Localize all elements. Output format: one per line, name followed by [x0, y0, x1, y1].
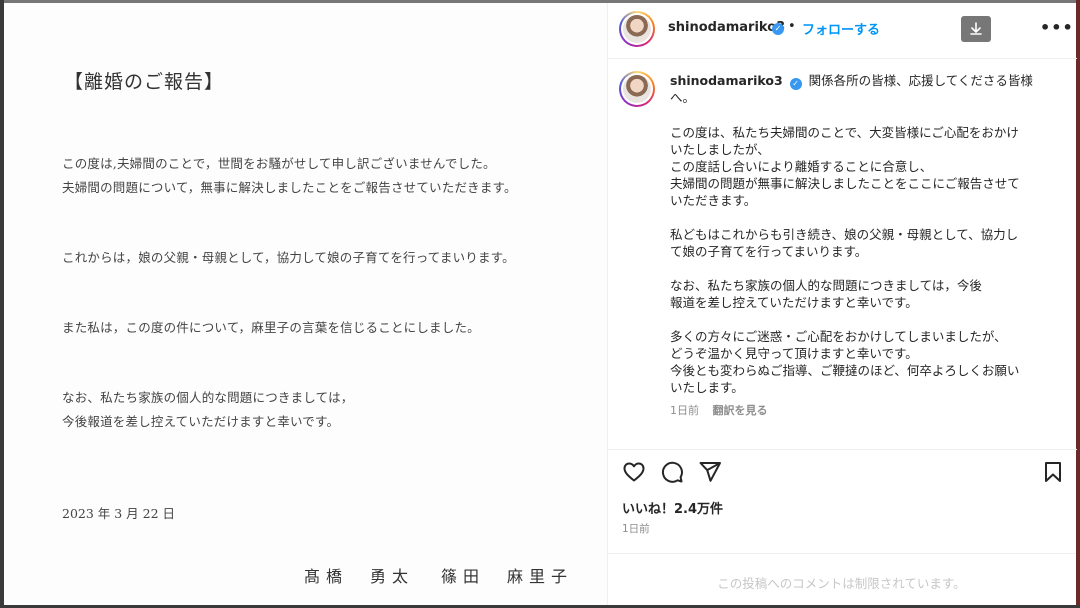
letter-line: なお、私たち家族の個人的な問題につきましては， — [62, 390, 354, 405]
caption-avatar[interactable] — [619, 71, 655, 107]
follow-button[interactable]: フォローする — [802, 19, 880, 38]
caption-line: 報道を差し控えていただけますと幸いです。 — [670, 295, 918, 310]
caption-paragraph-3: なお、私たち家族の個人的な問題につきましては，今後 報道を差し控えていただけます… — [670, 277, 1050, 311]
translate-link[interactable]: 翻訳を見る — [713, 404, 768, 417]
author-username[interactable]: shinodamariko3 — [668, 20, 785, 35]
caption-paragraph-2: 私どもはこれからも引き続き、娘の父親・母親として、協力し て娘の子育てを行ってま… — [670, 226, 1050, 260]
caption-line: この度は、私たち夫婦間のことで、大変皆様にご心配をおかけ — [670, 125, 1019, 140]
divider — [608, 449, 1077, 450]
more-options-button[interactable]: ••• — [1040, 18, 1074, 37]
caption-time: 1日前 — [670, 404, 699, 417]
caption-line: 多くの方々にご迷惑・ご心配をおかけしてしまいましたが、 — [670, 329, 1007, 344]
caption-intro-text: 関係各所の皆様、応援してくださる皆様 — [808, 73, 1033, 88]
caption-line: いただきます。 — [670, 193, 757, 208]
share-icon[interactable] — [698, 460, 722, 484]
letter-title: 【離婚のご報告】 — [64, 71, 225, 93]
post-timestamp: 1日前 — [622, 523, 650, 535]
comment-icon[interactable] — [660, 460, 684, 484]
verified-badge-icon: ✓ — [772, 23, 784, 35]
avatar-ring — [621, 73, 653, 105]
caption-meta: 1日前 翻訳を見る — [670, 402, 768, 418]
separator-dot: • — [788, 19, 796, 34]
caption-line: て娘の子育てを行ってまいります。 — [670, 244, 868, 259]
letter-line: 今後報道を差し控えていただけますと幸いです。 — [62, 414, 340, 429]
caption-intro-text-2: へ。 — [670, 90, 696, 105]
letter-line: 夫婦間の問題について，無事に解決しましたことをご報告させていただきます。 — [62, 180, 517, 195]
author-avatar[interactable] — [619, 11, 655, 47]
avatar-photo — [623, 15, 651, 43]
caption-line: 今後とも変わらぬご指導、ご鞭撻のほど、何卒よろしくお願い — [670, 363, 1020, 378]
letter-line: また私は，この度の件について，麻里子の言葉を信じることにしました。 — [62, 320, 480, 335]
post-image-letter[interactable]: 【離婚のご報告】 この度は,夫婦間のことで，世間をお騒がせして申し訳ございません… — [4, 3, 607, 605]
caption-line: この度話し合いにより離婚することに合意し、 — [670, 159, 933, 174]
caption-intro: shinodamariko3 ✓ 関係各所の皆様、応援してくださる皆様 へ。 — [670, 72, 1050, 106]
caption-paragraph-1: この度は、私たち夫婦間のことで、大変皆様にご心配をおかけ いたしましたが、 この… — [670, 124, 1050, 209]
caption-line: なお、私たち家族の個人的な問題につきましては，今後 — [670, 278, 982, 293]
caption-line: 夫婦間の問題が無事に解決しましたことをここにご報告させて — [670, 176, 1020, 191]
caption-username[interactable]: shinodamariko3 — [670, 73, 783, 88]
caption-line: どうぞ温かく見守って頂けますと幸いです。 — [670, 346, 918, 361]
verified-badge-icon: ✓ — [789, 78, 802, 90]
caption-paragraph-4: 多くの方々にご迷惑・ご心配をおかけしてしまいましたが、 どうぞ温かく見守って頂け… — [670, 328, 1050, 396]
letter-date: 2023 年 3 月 22 日 — [62, 506, 176, 521]
download-button[interactable] — [961, 16, 991, 42]
letter-line: この度は,夫婦間のことで，世間をお騒がせして申し訳ございませんでした。 — [62, 156, 496, 171]
divider — [607, 553, 1076, 554]
letter-signature-1: 髙橋 勇太 — [304, 567, 415, 586]
caption-line: いたします。 — [670, 380, 744, 395]
like-count[interactable]: いいね！2.4万件 — [622, 498, 723, 517]
frame-edge-right — [1076, 0, 1080, 608]
comments-restricted-notice: この投稿へのコメントは制限されています。 — [717, 576, 966, 591]
caption-line: 私どもはこれからも引き続き、娘の父親・母親として、協力し — [670, 227, 1019, 242]
avatar-photo — [623, 75, 651, 103]
download-icon — [970, 22, 982, 35]
caption-line: いたしましたが、 — [670, 142, 770, 157]
bookmark-icon[interactable] — [1041, 460, 1065, 484]
letter-signature-2: 篠田 麻里子 — [441, 567, 574, 586]
heart-icon[interactable] — [622, 460, 646, 484]
letter-line: これからは，娘の父親・母親として，協力して娘の子育てを行ってまいります。 — [62, 250, 515, 265]
avatar-ring — [621, 13, 653, 45]
